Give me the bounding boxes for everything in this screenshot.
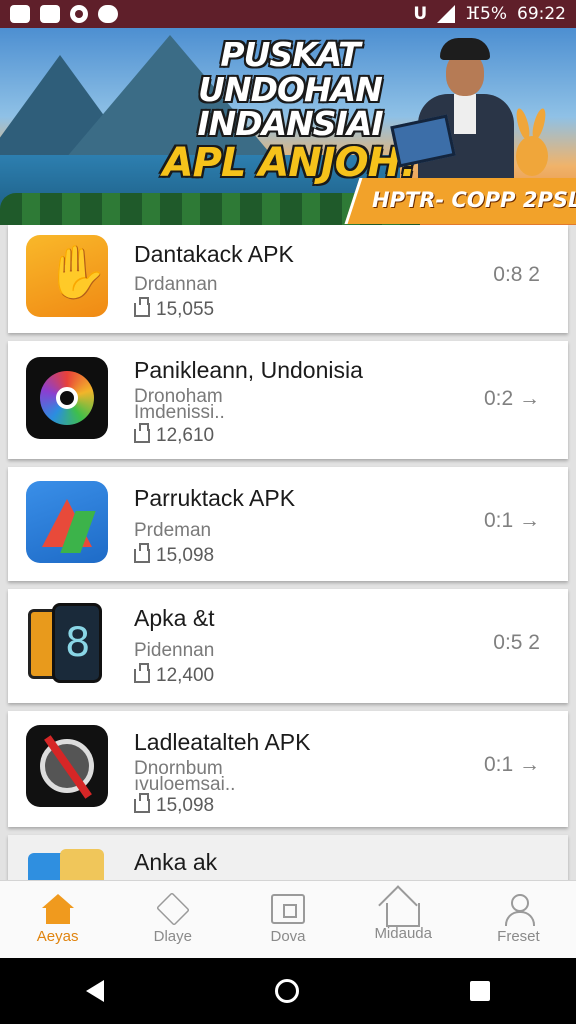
download-icon [134,663,150,683]
nav-item-tag[interactable]: Dlaye [115,881,230,958]
list-item[interactable]: 8 Apka &t Pidennan 12,400 0:5 2 [8,589,568,703]
bottom-navigation: Aeyas Dlaye Dova Midauda Freset [0,880,576,958]
banner-title: PUSKAT UNDOHAN INDANSIAI APL ANJOH! [150,35,430,184]
nav-label: Midauda [374,925,432,942]
notification-icon [10,5,30,23]
promo-banner[interactable]: PUSKAT UNDOHAN INDANSIAI APL ANJOH! HPTR… [0,28,576,225]
rabbit-mascot-icon [510,107,556,178]
banner-title-line2: INDANSIAI [197,104,383,144]
lock-icon [40,5,60,23]
app-description: ıvuloemsai.. [134,774,236,795]
list-item[interactable]: Panikleann, Undonisia Dronoham Imdenissi… [8,341,568,459]
download-count: 15,098 [156,545,215,566]
app-developer: Prdeman [134,520,212,541]
app-name: Parruktack APK [134,485,296,511]
download-count: 12,400 [156,665,215,686]
hand-icon: ✋ [26,235,108,317]
system-navigation-bar [0,958,576,1024]
app-description: Imdenissi.. [134,402,225,423]
app-developer: Drdannan [134,274,218,295]
home-button-icon[interactable] [274,979,299,1003]
app-downloads: 12,400 [134,663,215,687]
cards-icon [26,845,108,880]
phone-icon: 8 [26,601,108,683]
app-downloads: 12,610 [134,423,215,447]
app-downloads: 15,098 [134,793,215,817]
download-count: 15,055 [156,299,215,320]
download-count: 12,610 [156,425,215,446]
record-icon [70,5,88,23]
app-name: Apka &t [134,605,215,631]
list-item[interactable]: Parruktack APK Prdeman 15,098 0:1 → [8,467,568,581]
back-icon[interactable] [85,980,104,1002]
banner-ribbon-text: HPTR- COPP 2PSL! [372,188,576,212]
app-meta: 0:1 → [483,509,540,532]
app-list[interactable]: ✋ Dantakack APK Drdannan 15,055 0:8 2 Pa… [0,225,576,880]
download-icon [134,793,150,813]
officer-illustration [390,34,520,184]
app-downloads: 15,055 [134,297,215,321]
download-icon [134,543,150,563]
app-downloads: 15,098 [134,543,215,567]
app-meta: 0:2 → [483,387,540,410]
download-count: 15,098 [156,795,215,816]
app-name: Anka ak [134,849,218,875]
home-icon [41,894,75,924]
nav-label: Aeyas [36,928,79,945]
house-icon [386,903,421,927]
app-meta: 0:5 2 [493,631,540,654]
clock: 69:22 [517,4,566,24]
list-item[interactable]: Ladleatalteh APK Dnornbum ıvuloemsai.. 1… [8,711,568,827]
nav-item-user[interactable]: Freset [461,881,576,958]
status-bar: U ⴼ5% 69:22 [0,0,576,28]
battery-text: ⴼ5% [465,4,507,24]
nav-label: Dova [270,928,306,945]
list-item[interactable]: ✋ Dantakack APK Drdannan 15,055 0:8 2 [8,225,568,333]
nav-item-home[interactable]: Aeyas [0,881,115,958]
recents-icon[interactable] [470,981,491,1001]
tag-icon [155,892,190,926]
download-icon [134,423,150,443]
app-name: Ladleatalteh APK [134,729,311,755]
speaker-icon [26,725,108,807]
signal-icon [437,5,456,23]
nav-label: Freset [497,928,540,945]
user-icon [501,894,536,926]
shield-icon: U [413,4,428,24]
box-icon [271,894,305,924]
nav-item-house[interactable]: Midauda [346,881,461,958]
app-name: Dantakack APK [134,241,294,267]
app-name: Panikleann, Undonisia [134,357,363,383]
banner-title-line1: PUSKAT UNDOHAN [198,35,383,109]
app-screen: U ⴼ5% 69:22 PUSKAT UNDOHAN INDANSIAI APL… [0,0,576,1024]
download-icon [134,297,150,317]
app-meta: 0:8 2 [493,263,540,286]
arrow-icon [26,481,108,563]
app-developer: Pidennan [134,640,215,661]
app-meta: 0:1 → [483,753,540,776]
nav-item-box[interactable]: Dova [230,881,345,958]
nav-label: Dlaye [153,928,192,945]
swirl-icon [26,357,108,439]
chat-icon [98,5,118,23]
list-item[interactable]: Anka ak [8,835,568,880]
